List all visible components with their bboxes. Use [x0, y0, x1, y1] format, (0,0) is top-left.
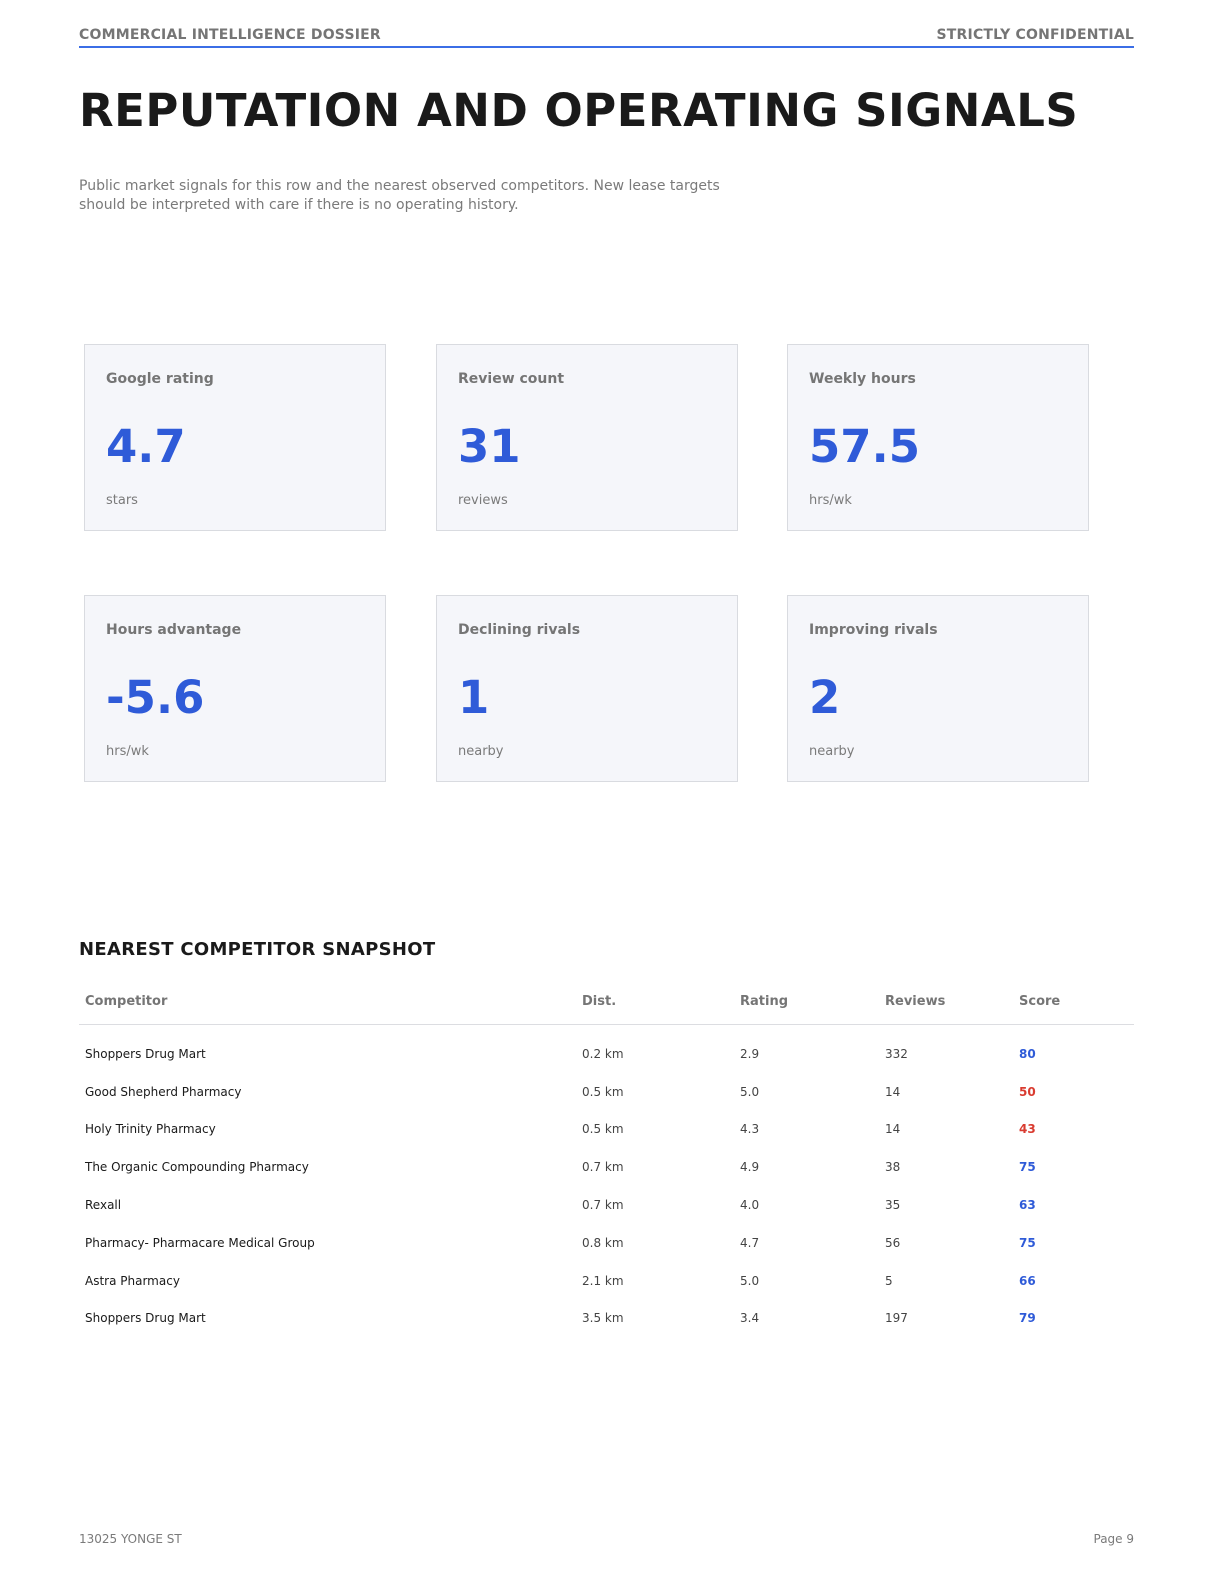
table-row: Pharmacy- Pharmacare Medical Group 0.8 k… — [79, 1224, 1134, 1262]
competitor-name: Holy Trinity Pharmacy — [85, 1122, 216, 1137]
header-left-text: COMMERCIAL INTELLIGENCE DOSSIER — [79, 27, 381, 43]
metric-value: 4.7 — [106, 420, 186, 473]
metric-value: -5.6 — [106, 671, 205, 724]
metric-card-hours-advantage: Hours advantage -5.6 hrs/wk — [84, 595, 386, 782]
metric-unit: stars — [106, 493, 138, 508]
competitor-reviews: 197 — [885, 1311, 908, 1326]
competitor-score: 50 — [1019, 1084, 1036, 1099]
competitor-distance: 0.8 km — [582, 1235, 624, 1250]
header-right-text: STRICTLY CONFIDENTIAL — [936, 27, 1134, 43]
competitor-score: 63 — [1019, 1198, 1036, 1213]
competitor-rating: 2.9 — [740, 1046, 760, 1061]
table-row: Astra Pharmacy 2.1 km 5.0 5 66 — [79, 1262, 1134, 1300]
metric-card-declining-rivals: Declining rivals 1 nearby — [436, 595, 738, 782]
competitor-rating: 4.7 — [740, 1235, 760, 1250]
metric-value: 1 — [458, 671, 490, 724]
metric-unit: hrs/wk — [809, 493, 852, 508]
competitor-name: Astra Pharmacy — [85, 1273, 180, 1288]
competitor-reviews: 332 — [885, 1046, 908, 1061]
column-header-reviews: Reviews — [879, 978, 1013, 1025]
table-row: Shoppers Drug Mart 3.5 km 3.4 197 79 — [79, 1300, 1134, 1338]
competitor-distance: 0.5 km — [582, 1122, 624, 1137]
competitor-rating: 4.9 — [740, 1160, 760, 1175]
competitor-reviews: 35 — [885, 1198, 901, 1213]
competitor-rating: 5.0 — [740, 1084, 760, 1099]
competitor-name: Shoppers Drug Mart — [85, 1311, 206, 1326]
table-row: Good Shepherd Pharmacy 0.5 km 5.0 14 50 — [79, 1073, 1134, 1111]
metric-unit: hrs/wk — [106, 744, 149, 759]
column-header-competitor: Competitor — [79, 978, 576, 1025]
competitor-name: Pharmacy- Pharmacare Medical Group — [85, 1235, 315, 1250]
competitor-rating: 5.0 — [740, 1273, 760, 1288]
competitor-distance: 0.7 km — [582, 1198, 624, 1213]
competitor-distance: 3.5 km — [582, 1311, 624, 1326]
table-row: The Organic Compounding Pharmacy 0.7 km … — [79, 1148, 1134, 1186]
competitor-score: 43 — [1019, 1122, 1036, 1137]
metric-card-review-count: Review count 31 reviews — [436, 344, 738, 531]
page-title: REPUTATION AND OPERATING SIGNALS — [79, 84, 1079, 137]
competitor-score: 75 — [1019, 1235, 1036, 1250]
competitor-rating: 3.4 — [740, 1311, 760, 1326]
competitor-name: The Organic Compounding Pharmacy — [85, 1160, 309, 1175]
competitor-reviews: 14 — [885, 1122, 901, 1137]
competitor-reviews: 56 — [885, 1235, 901, 1250]
metric-label: Declining rivals — [458, 622, 581, 638]
metric-label: Improving rivals — [809, 622, 938, 638]
metric-unit: reviews — [458, 493, 508, 508]
metric-card-weekly-hours: Weekly hours 57.5 hrs/wk — [787, 344, 1089, 531]
competitor-section-title: NEAREST COMPETITOR SNAPSHOT — [79, 939, 436, 960]
metric-label: Review count — [458, 371, 565, 387]
competitor-distance: 2.1 km — [582, 1273, 624, 1288]
metric-value: 31 — [458, 420, 521, 473]
table-row: Rexall 0.7 km 4.0 35 63 — [79, 1186, 1134, 1224]
competitor-score: 80 — [1019, 1046, 1036, 1061]
competitor-distance: 0.5 km — [582, 1084, 624, 1099]
competitor-reviews: 14 — [885, 1084, 901, 1099]
page-footer: 13025 YONGE ST Page 9 — [79, 1532, 1134, 1548]
metric-value: 2 — [809, 671, 841, 724]
intro-paragraph: Public market signals for this row and t… — [79, 178, 720, 213]
competitor-reviews: 5 — [885, 1273, 893, 1288]
page-number: Page 9 — [1093, 1532, 1135, 1546]
competitor-distance: 0.7 km — [582, 1160, 624, 1175]
competitor-score: 75 — [1019, 1160, 1036, 1175]
competitor-reviews: 38 — [885, 1160, 901, 1175]
competitor-distance: 0.2 km — [582, 1046, 624, 1061]
column-header-dist: Dist. — [576, 978, 734, 1025]
metric-card-improving-rivals: Improving rivals 2 nearby — [787, 595, 1089, 782]
competitor-score: 66 — [1019, 1273, 1036, 1288]
competitor-name: Rexall — [85, 1198, 122, 1213]
column-header-score: Score — [1013, 978, 1134, 1025]
metric-label: Google rating — [106, 371, 214, 387]
metric-unit: nearby — [809, 744, 855, 759]
competitor-table: Competitor Dist. Rating Reviews Score Sh… — [79, 978, 1134, 1337]
metric-label: Weekly hours — [809, 371, 916, 387]
metric-card-google-rating: Google rating 4.7 stars — [84, 344, 386, 531]
table-row: Holy Trinity Pharmacy 0.5 km 4.3 14 43 — [79, 1111, 1134, 1149]
competitor-rating: 4.0 — [740, 1198, 760, 1213]
page-header: COMMERCIAL INTELLIGENCE DOSSIER STRICTLY… — [79, 27, 1134, 48]
metric-unit: nearby — [458, 744, 504, 759]
metric-label: Hours advantage — [106, 622, 242, 638]
table-header-row: Competitor Dist. Rating Reviews Score — [79, 978, 1134, 1025]
competitor-score: 79 — [1019, 1311, 1036, 1326]
footer-address: 13025 YONGE ST — [79, 1532, 182, 1546]
competitor-name: Shoppers Drug Mart — [85, 1046, 206, 1061]
competitor-name: Good Shepherd Pharmacy — [85, 1084, 242, 1099]
metric-value: 57.5 — [809, 420, 921, 473]
table-row: Shoppers Drug Mart 0.2 km 2.9 332 80 — [79, 1025, 1134, 1073]
column-header-rating: Rating — [734, 978, 879, 1025]
competitor-rating: 4.3 — [740, 1122, 760, 1137]
